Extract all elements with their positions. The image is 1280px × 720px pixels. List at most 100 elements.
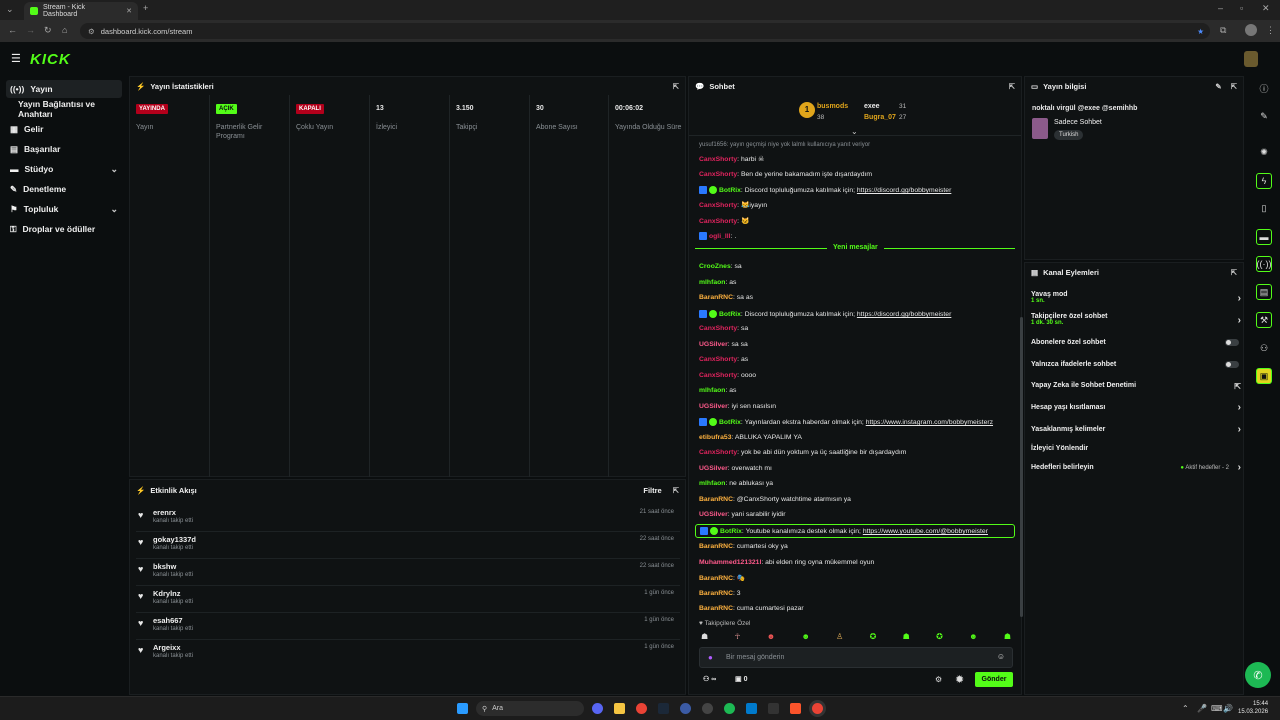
sidebar-item-stream-key[interactable]: Yayın Bağlantısı ve Anahtarı: [6, 99, 122, 119]
emote-icon[interactable]: ✪: [870, 632, 877, 644]
chrome-icon[interactable]: [636, 703, 647, 714]
steam-icon[interactable]: [658, 703, 669, 714]
chat-username[interactable]: BaranRNC: [699, 575, 733, 582]
emote-icon[interactable]: ✪: [936, 632, 943, 644]
sidebar-item-basarilar[interactable]: ▤ Başarılar: [6, 140, 122, 158]
chat-username[interactable]: BotRix: [719, 187, 741, 194]
chat-username[interactable]: UGSilver: [699, 403, 728, 410]
chat-username[interactable]: BaranRNC: [699, 294, 733, 301]
chat-username[interactable]: CanxShorty: [699, 218, 737, 225]
chat-username[interactable]: CanxShorty: [699, 171, 737, 178]
vscode-icon[interactable]: [746, 703, 757, 714]
new-tab-icon[interactable]: +: [143, 3, 148, 13]
emote-icon[interactable]: ☗: [1004, 632, 1011, 644]
sidebar-item-studyo[interactable]: ▬ Stüdyo ⌄: [6, 160, 122, 178]
back-icon[interactable]: ←: [8, 25, 17, 35]
close-tab-icon[interactable]: ✕: [126, 7, 132, 15]
broadcast-icon[interactable]: ((·)): [1256, 256, 1272, 272]
popout-icon[interactable]: ⇱: [1009, 82, 1015, 91]
tab-search-icon[interactable]: ⌄: [6, 4, 14, 15]
quick-action-icon[interactable]: ϟ: [1256, 173, 1272, 189]
emote-icon[interactable]: ☗: [701, 632, 708, 644]
info-icon[interactable]: ⓘ: [1256, 80, 1272, 96]
chat-link[interactable]: https://discord.gg/bobbymeister: [857, 311, 951, 318]
gift-subs[interactable]: ▣ 0: [735, 675, 747, 683]
chat-username[interactable]: UGSilver: [699, 511, 728, 518]
app-icon[interactable]: [680, 703, 691, 714]
emote-icon[interactable]: ☻: [969, 632, 977, 644]
send-button[interactable]: Gönder: [975, 672, 1013, 687]
chat-username[interactable]: BaranRNC: [699, 496, 733, 503]
start-icon[interactable]: [457, 703, 468, 714]
sidebar-item-gelir[interactable]: ▦ Gelir: [6, 120, 122, 138]
channel-points[interactable]: ⚇ ∞: [703, 675, 716, 683]
emote-icon[interactable]: ☻: [767, 632, 775, 644]
category-name[interactable]: Sadece Sohbet: [1054, 119, 1102, 126]
browser-menu-icon[interactable]: ⋮: [1266, 25, 1275, 36]
chat-toggle-icon[interactable]: ▬: [1256, 229, 1272, 245]
chat-username[interactable]: ogli_lll: [709, 233, 731, 240]
sidebar-item-yayin[interactable]: ((•)) Yayın: [6, 80, 122, 98]
chat-link[interactable]: https://www.youtube.com/@bobbymeister: [863, 528, 988, 535]
browser-tab[interactable]: Stream - Kick Dashboard ✕: [24, 2, 138, 20]
popout-icon[interactable]: ⇱: [673, 486, 679, 495]
taskbar-search[interactable]: ⚲ Ara: [476, 701, 584, 716]
chat-username[interactable]: BotRix: [720, 528, 742, 535]
emoji-picker-icon[interactable]: ☺: [997, 652, 1005, 661]
chat-username[interactable]: CanxShorty: [699, 202, 737, 209]
banned-words-row[interactable]: Yasaklanmış kelimeler ›: [1031, 424, 1243, 435]
sidebar-item-denetleme[interactable]: ✎ Denetleme: [6, 180, 122, 198]
user-avatar[interactable]: [1244, 51, 1258, 67]
emote-icon[interactable]: ♙: [836, 632, 843, 644]
emote-icon[interactable]: ☗: [903, 632, 910, 644]
chat-username[interactable]: CrooZnes: [699, 263, 731, 270]
forward-icon[interactable]: →: [26, 25, 35, 35]
minimize-icon[interactable]: –: [1218, 3, 1223, 13]
chat-username[interactable]: CanxShorty: [699, 156, 737, 163]
activity-username[interactable]: bkshw: [153, 562, 176, 571]
leaderboard-user[interactable]: busmods: [817, 103, 848, 110]
volume-icon[interactable]: 🔊: [1223, 704, 1233, 713]
activity-username[interactable]: Kdrylnz: [153, 589, 181, 598]
chat-scrollbar[interactable]: [1020, 317, 1023, 617]
clock[interactable]: 15:44 15.03.2026: [1238, 700, 1268, 716]
spotify-icon[interactable]: [724, 703, 735, 714]
group-icon[interactable]: ⚇: [1256, 340, 1272, 356]
popout-icon[interactable]: ⇱: [673, 82, 679, 91]
chat-username[interactable]: BotRix: [719, 419, 741, 426]
mod-view-icon[interactable]: ✺: [1256, 144, 1272, 160]
host-viewers-row[interactable]: İzleyici Yönlendir: [1031, 445, 1243, 452]
chat-username[interactable]: UGSilver: [699, 341, 728, 348]
bookmark-star-icon[interactable]: ★: [1197, 27, 1204, 36]
chat-settings-icon[interactable]: ⚙: [935, 675, 942, 684]
reload-icon[interactable]: ↻: [44, 25, 52, 36]
chat-bubble-icon[interactable]: ✆: [1245, 662, 1271, 688]
chat-username[interactable]: CanxShorty: [699, 356, 737, 363]
set-goals-row[interactable]: Hedefleri belirleyin ● Aktif hedefler - …: [1031, 462, 1243, 473]
url-field[interactable]: ⚙ dashboard.kick.com/stream ★: [80, 23, 1210, 39]
wrench-icon[interactable]: ⚒: [1256, 312, 1272, 328]
chat-username[interactable]: CanxShorty: [699, 449, 737, 456]
slow-mode-row[interactable]: Yavaş mod 1 sn. ›: [1031, 291, 1243, 304]
kick-logo[interactable]: KICK: [30, 51, 71, 68]
chat-username[interactable]: BotRix: [719, 311, 741, 318]
activity-username[interactable]: gokay1337d: [153, 535, 196, 544]
chat-username[interactable]: mlhfaon: [699, 480, 725, 487]
activity-username[interactable]: esah667: [153, 616, 183, 625]
discord-icon[interactable]: [592, 703, 603, 714]
chat-username[interactable]: BaranRNC: [699, 543, 733, 550]
chat-username[interactable]: etibufra53: [699, 434, 731, 441]
activity-username[interactable]: erenrx: [153, 508, 176, 517]
chat-username[interactable]: CanxShorty: [699, 372, 737, 379]
account-age-row[interactable]: Hesap yaşı kısıtlaması ›: [1031, 402, 1243, 413]
chrome-active-icon[interactable]: [812, 703, 823, 714]
emotes-only-toggle[interactable]: [1225, 361, 1239, 368]
network-icon[interactable]: ⌨: [1211, 704, 1223, 713]
notion-icon[interactable]: [768, 703, 779, 714]
chat-username[interactable]: UGSilver: [699, 465, 728, 472]
profile-avatar[interactable]: [1245, 24, 1257, 36]
chat-link[interactable]: https://www.instagram.com/bobbymeisterz: [866, 419, 993, 426]
clipboard-icon[interactable]: ▯: [1256, 200, 1272, 216]
hamburger-menu-icon[interactable]: ☰: [11, 52, 21, 65]
popout-icon[interactable]: ⇱: [1231, 82, 1237, 91]
